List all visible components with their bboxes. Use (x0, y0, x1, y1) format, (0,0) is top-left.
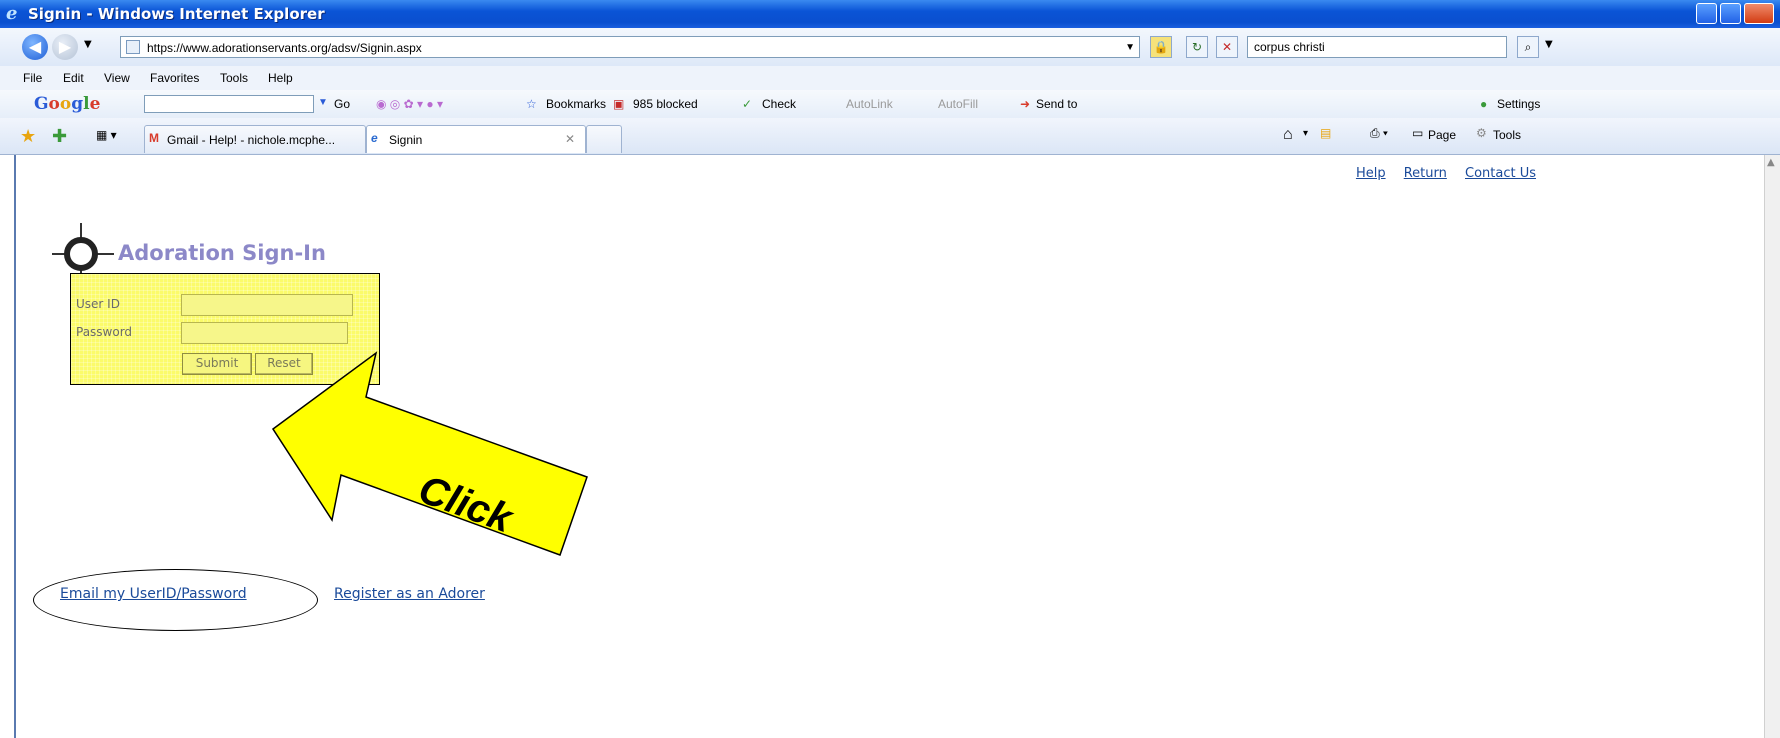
tab-bar: ★ ✚ ▦ ▾ M Gmail - Help! - nichole.mcphe.… (0, 118, 1780, 155)
window-title: Signin - Windows Internet Explorer (28, 5, 325, 23)
maximize-button[interactable] (1720, 3, 1741, 24)
lock-icon[interactable]: 🔒 (1150, 36, 1172, 58)
register-link[interactable]: Register as an Adorer (334, 586, 485, 602)
check-button[interactable]: Check (762, 97, 796, 111)
menu-file[interactable]: File (23, 71, 42, 85)
tab-close-icon[interactable]: ✕ (565, 132, 575, 146)
menu-help[interactable]: Help (268, 71, 293, 85)
search-input[interactable]: corpus christi (1247, 36, 1507, 58)
address-row: ◀ ▶ ▼ https://www.adorationservants.org/… (0, 28, 1780, 67)
address-url: https://www.adorationservants.org/adsv/S… (147, 41, 422, 55)
home-dropdown-icon[interactable]: ▾ (1303, 128, 1308, 139)
google-logo: Google (34, 94, 101, 114)
ie-tab-icon: e (371, 131, 378, 145)
page-icon-cmd: ▭ (1412, 126, 1424, 140)
menu-tools[interactable]: Tools (220, 71, 248, 85)
quick-tabs-icon[interactable]: ▦ ▾ (96, 128, 117, 142)
ie-logo-icon: e (6, 3, 18, 24)
email-credentials-link[interactable]: Email my UserID/Password (60, 586, 247, 602)
tab-gmail-label: Gmail - Help! - nichole.mcphe... (167, 133, 336, 147)
bookmarks-button[interactable]: Bookmarks (546, 97, 606, 111)
arrow-shape (271, 351, 588, 556)
page-icon (126, 40, 140, 54)
tab-signin-label: Signin (389, 133, 423, 147)
sendto-icon: ➜ (1020, 97, 1031, 111)
address-dropdown-icon[interactable]: ▼ (1125, 37, 1135, 59)
google-go-button[interactable]: Go (334, 97, 350, 111)
minimize-button[interactable] (1696, 3, 1717, 24)
scroll-up-icon[interactable]: ▲ (1767, 157, 1775, 168)
add-favorites-icon[interactable]: ✚ (52, 126, 67, 147)
tools-gear-icon: ⚙ (1476, 126, 1487, 140)
autofill-button[interactable]: AutoFill (938, 97, 978, 111)
gmail-icon: M (149, 131, 159, 145)
autolink-button[interactable]: AutoLink (846, 97, 893, 111)
toolbar-icons[interactable]: ◉ ◎ ✿ ▾ ● ▾ (376, 97, 443, 111)
search-icon[interactable]: ⌕ (1517, 36, 1539, 58)
favorites-star-icon[interactable]: ★ (20, 126, 36, 147)
forward-button[interactable]: ▶ (52, 34, 78, 60)
click-arrow-annotation: Click (271, 351, 588, 556)
close-button[interactable] (1744, 3, 1774, 24)
search-options-icon[interactable]: ▼ (1545, 39, 1553, 50)
settings-button[interactable]: Settings (1497, 97, 1540, 111)
history-dropdown-icon[interactable]: ▼ (84, 39, 92, 50)
sendto-button[interactable]: Send to (1036, 97, 1077, 111)
google-dropdown-icon[interactable]: ▼ (318, 97, 328, 108)
google-search-input[interactable] (144, 95, 314, 113)
address-bar[interactable]: https://www.adorationservants.org/adsv/S… (120, 36, 1140, 58)
menu-view[interactable]: View (104, 71, 130, 85)
menu-favorites[interactable]: Favorites (150, 71, 199, 85)
print-icon[interactable]: ⎙ ▾ (1370, 126, 1388, 141)
title-bar: e Signin - Windows Internet Explorer (0, 0, 1780, 28)
refresh-icon[interactable]: ↻ (1186, 36, 1208, 58)
bookmarks-star-icon[interactable]: ☆ (526, 97, 537, 111)
tab-gmail[interactable]: M Gmail - Help! - nichole.mcphe... (144, 125, 366, 153)
settings-icon: ● (1480, 97, 1488, 111)
page-content: Help Return Contact Us Adoration Sign-In… (14, 155, 1766, 738)
menu-edit[interactable]: Edit (63, 71, 84, 85)
home-icon[interactable]: ⌂ (1283, 126, 1293, 144)
vertical-scrollbar[interactable]: ▲ (1764, 155, 1780, 738)
tab-signin[interactable]: e Signin ✕ (366, 125, 586, 153)
stop-icon[interactable]: ✕ (1216, 36, 1238, 58)
back-button[interactable]: ◀ (22, 34, 48, 60)
menu-bar: File Edit View Favorites Tools Help (0, 66, 1780, 90)
tools-menu-button[interactable]: Tools (1493, 128, 1521, 142)
spellcheck-icon: ✓ (742, 97, 753, 111)
popup-blocker-icon: ▣ (613, 97, 625, 111)
new-tab-button[interactable] (586, 125, 622, 153)
page-menu-button[interactable]: Page (1428, 128, 1456, 142)
popup-blocked-count[interactable]: 985 blocked (633, 97, 698, 111)
google-toolbar: Google ▼ Go ◉ ◎ ✿ ▾ ● ▾ ☆ Bookmarks ▣ 98… (0, 90, 1780, 119)
feeds-icon[interactable]: ▤ (1320, 126, 1331, 140)
